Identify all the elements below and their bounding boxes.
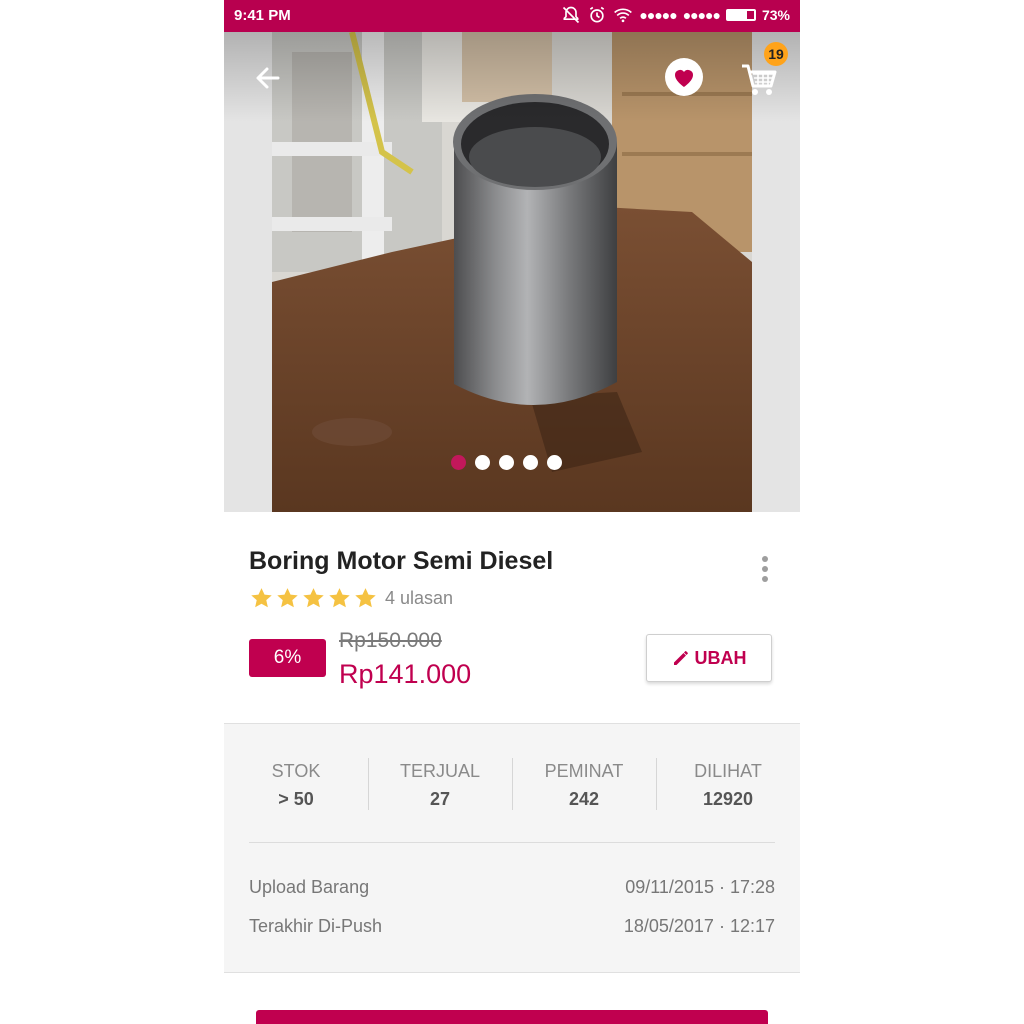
stat-label: TERJUAL: [399, 761, 480, 781]
star-icon: [329, 588, 350, 608]
stat-label: STOK: [271, 761, 321, 781]
product-rating: 4 ulasan: [249, 586, 453, 611]
edit-button[interactable]: UBAH: [646, 634, 772, 682]
gallery-dot[interactable]: [547, 455, 562, 470]
upload-label: Upload Barang: [249, 877, 370, 897]
current-price: Rp141.000: [339, 659, 472, 689]
rating-stars: [249, 586, 379, 611]
original-price: Rp150.000: [339, 629, 442, 652]
push-label: Terakhir Di-Push: [249, 916, 383, 936]
hero-gradient: [224, 32, 800, 122]
cart-count-badge: 19: [764, 42, 788, 66]
gallery-dot[interactable]: [451, 455, 466, 470]
status-time: 9:41 PM: [234, 7, 291, 24]
last-push-row: Terakhir Di-Push 18/05/2017 · 12:17: [249, 916, 775, 937]
battery-percent: 73%: [761, 7, 790, 23]
more-options-icon[interactable]: [756, 552, 774, 586]
alarm-icon: [590, 6, 605, 23]
stat-value: > 50: [278, 789, 314, 809]
discount-badge: 6%: [249, 639, 326, 677]
star-icon: [355, 588, 376, 608]
star-icon: [277, 588, 298, 608]
stat-value: 27: [429, 789, 451, 809]
stat-interested: PEMINAT 242: [512, 754, 656, 814]
stats-row: STOK > 50 TERJUAL 27 PEMINAT 242 DILIHAT…: [224, 754, 800, 814]
upload-date-row: Upload Barang 09/11/2015 · 17:28: [249, 877, 775, 898]
push-value: 18/05/2017 · 12:17: [623, 916, 775, 936]
product-title: Boring Motor Semi Diesel: [249, 547, 554, 575]
heart-icon: [675, 70, 693, 87]
review-count[interactable]: 4 ulasan: [385, 588, 453, 609]
stat-stock: STOK > 50: [224, 754, 368, 814]
pencil-icon: [673, 651, 688, 665]
status-icons: ●●●●● ●●●●● 73%: [561, 5, 790, 25]
signal-1-icon: ●●●●●: [639, 7, 677, 23]
stat-label: PEMINAT: [544, 761, 624, 781]
gallery-pagination[interactable]: [451, 455, 562, 470]
back-arrow-icon[interactable]: [250, 60, 286, 96]
product-gallery[interactable]: 19: [224, 32, 800, 512]
gallery-dot[interactable]: [475, 455, 490, 470]
battery-icon: [725, 9, 756, 21]
star-icon: [251, 588, 272, 608]
wishlist-button[interactable]: [665, 58, 703, 96]
product-stats-panel: STOK > 50 TERJUAL 27 PEMINAT 242 DILIHAT…: [224, 723, 800, 973]
stat-sold: TERJUAL 27: [368, 754, 512, 814]
gallery-dot[interactable]: [499, 455, 514, 470]
wifi-icon: [614, 8, 633, 23]
notifications-off-icon: [563, 6, 580, 24]
status-bar: 9:41 PM ●●●●● ●●●●● 73%: [224, 0, 800, 32]
upload-value: 09/11/2015 · 17:28: [625, 877, 775, 897]
star-icon: [303, 588, 324, 608]
stat-value: 12920: [702, 789, 754, 809]
stat-value: 242: [568, 789, 600, 809]
signal-2-icon: ●●●●●: [682, 7, 721, 23]
edit-button-label: UBAH: [694, 647, 747, 668]
stats-divider: [249, 842, 775, 843]
bottom-action-button[interactable]: [256, 1010, 768, 1024]
gallery-dot[interactable]: [523, 455, 538, 470]
stat-label: DILIHAT: [694, 761, 762, 781]
stat-views: DILIHAT 12920: [656, 754, 800, 814]
phone-screen: 9:41 PM ●●●●● ●●●●● 73% 19 Boring Motor …: [224, 0, 800, 1024]
